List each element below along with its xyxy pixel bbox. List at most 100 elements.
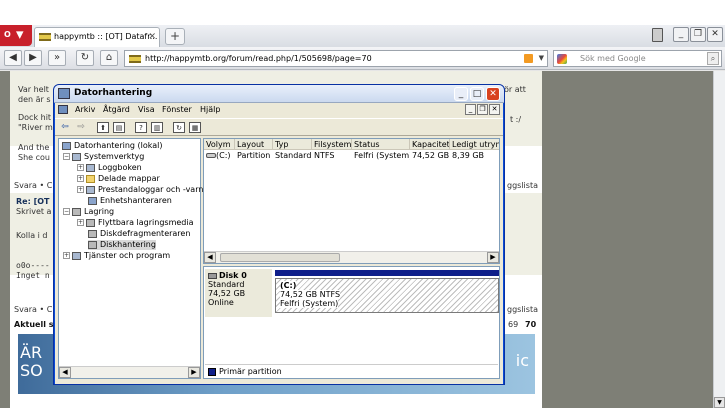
chevron-down-icon[interactable]: ▼ [539,51,544,66]
forward-icon[interactable]: ⇨ [75,122,87,133]
forward-icon[interactable]: ▶ [24,50,42,66]
menu-fonster[interactable]: Fönster [162,105,192,114]
properties-icon[interactable]: ▥ [151,122,163,133]
tree-item-root[interactable]: Datorhantering (lokal) [62,141,163,151]
mdi-minimize-button[interactable]: _ [465,104,476,115]
signature-line: Inget n [16,271,50,280]
search-icon[interactable]: ⌕ [707,52,719,65]
volume-list: Volym Layout Typ Filsystem Status Kapaci… [203,138,500,264]
tree-item-tjanster[interactable]: + Tjänster och program [63,251,170,261]
current-page-label: Aktuell s [14,320,54,329]
expand-icon[interactable]: + [77,175,84,182]
page-scrollbar[interactable]: ▼ [713,71,725,408]
minimize-button[interactable]: _ [673,27,689,42]
maximize-button[interactable]: □ [470,87,484,101]
mdi-close-button[interactable]: ✕ [489,104,500,115]
scroll-left-icon[interactable]: ◀ [59,367,71,378]
table-cell: NTFS [314,151,335,160]
scroll-right-icon[interactable]: ▶ [188,367,200,378]
reload-icon[interactable]: ↻ [76,50,94,66]
column-header[interactable]: Status [352,139,410,150]
tree-item-delade-mappar[interactable]: + Delade mappar [77,174,160,184]
mmc-icon[interactable] [58,105,68,114]
scroll-left-icon[interactable]: ◀ [204,252,216,263]
expand-icon[interactable]: + [77,186,84,193]
partition-body[interactable]: (C:) 74,52 GB NTFS Felfri (System) [275,278,499,313]
expand-icon[interactable]: + [63,252,70,259]
rss-icon[interactable] [524,54,533,63]
home-icon[interactable]: ⌂ [100,50,118,66]
close-button[interactable]: ✕ [707,27,723,42]
column-header[interactable]: Volym [204,139,235,150]
help-icon[interactable]: ? [135,122,147,133]
tree-item-lagring[interactable]: − Lagring [63,207,114,217]
menu-arkiv[interactable]: Arkiv [75,105,95,114]
search-input[interactable]: Sök med Google ⌕ [553,50,722,67]
column-header[interactable]: Ledigt utrymme [450,139,499,150]
table-cell: Standard [275,151,312,160]
tab-happymtb[interactable]: happymtb :: [OT] Datafr... ✕ [34,27,160,47]
expand-icon[interactable]: + [77,164,84,171]
fast-forward-icon[interactable]: » [48,50,66,66]
partition-c[interactable]: (C:) 74,52 GB NTFS Felfri (System) [275,270,499,315]
disk-info[interactable]: Disk 0 Standard 74,52 GB Online [205,269,272,317]
reply-link[interactable]: Svara • C [14,305,52,314]
menu-hjalp[interactable]: Hjälp [200,105,220,114]
column-header[interactable]: Layout [235,139,273,150]
refresh-icon[interactable]: ↻ [173,122,185,133]
site-favicon-icon [129,55,141,63]
tools-icon [72,152,81,161]
scroll-thumb[interactable] [220,253,340,262]
tree-label: Tjänster och program [84,251,171,260]
post-title[interactable]: Re: [OT [16,197,49,206]
opera-menu-button[interactable]: O ▾ [0,25,32,46]
page-link-69[interactable]: 69 [508,320,518,329]
tree-label: Diskdefragmenteraren [100,229,191,238]
tree-item-flyttbara[interactable]: + Flyttbara lagringsmedia [77,218,194,228]
menu-visa[interactable]: Visa [138,105,155,114]
collapse-icon[interactable]: − [63,208,70,215]
signature-line: o0o---- [16,261,50,270]
column-header[interactable]: Kapacitet [410,139,450,150]
tree-horizontal-scrollbar[interactable]: ◀ ▶ [59,366,200,378]
menu-atgard[interactable]: Åtgärd [103,105,130,114]
tree-item-enhetshanteraren[interactable]: Enhetshanteraren [88,196,172,206]
tree-item-diskdefragmenteraren[interactable]: Diskdefragmenteraren [88,229,190,239]
restore-button[interactable]: ❐ [690,27,706,42]
table-cell: Partition [237,151,271,160]
settings-icon[interactable]: ▦ [189,122,201,133]
show-hide-tree-icon[interactable]: ▤ [113,122,125,133]
tree-item-diskhantering[interactable]: Diskhantering [88,240,156,250]
minimize-button[interactable]: _ [454,87,468,101]
collapse-icon[interactable]: − [63,153,70,160]
reply-link[interactable]: Svara • C [14,181,52,190]
address-bar[interactable]: http://happymtb.org/forum/read.php/1/505… [124,50,548,67]
close-button[interactable]: ✕ [486,87,500,101]
title-bar[interactable]: Datorhantering _ □ ✕ [54,85,504,103]
new-tab-button[interactable]: + [165,28,185,45]
back-icon[interactable]: ◀ [4,50,22,66]
services-icon [72,251,81,260]
back-icon[interactable]: ⇦ [59,122,71,133]
scroll-down-icon[interactable]: ▼ [714,397,725,408]
close-tab-icon[interactable]: ✕ [148,32,156,42]
volume-horizontal-scrollbar[interactable]: ◀ ▶ [204,251,499,263]
trash-icon[interactable] [652,28,663,42]
column-header[interactable]: Typ [273,139,312,150]
post-line: She cou [18,153,50,162]
legend-label: Primär partition [219,367,282,376]
google-icon[interactable] [557,54,567,64]
column-header[interactable]: Filsystem [312,139,352,150]
post-list-link[interactable]: ggslista [507,181,538,190]
computer-icon [62,141,71,150]
partition-label: (C:) [280,281,297,290]
scroll-right-icon[interactable]: ▶ [487,252,499,263]
tree-item-prestandaloggar[interactable]: + Prestandaloggar och -varnin [77,185,211,195]
tree-item-systemverktyg[interactable]: − Systemverktyg [63,152,144,162]
address-text: http://happymtb.org/forum/read.php/1/505… [145,54,372,63]
post-list-link[interactable]: ggslista [507,305,538,314]
expand-icon[interactable]: + [77,219,84,226]
mdi-restore-button[interactable]: ❐ [477,104,488,115]
tree-item-loggboken[interactable]: + Loggboken [77,163,142,173]
up-level-icon[interactable]: ⬆ [97,122,109,133]
